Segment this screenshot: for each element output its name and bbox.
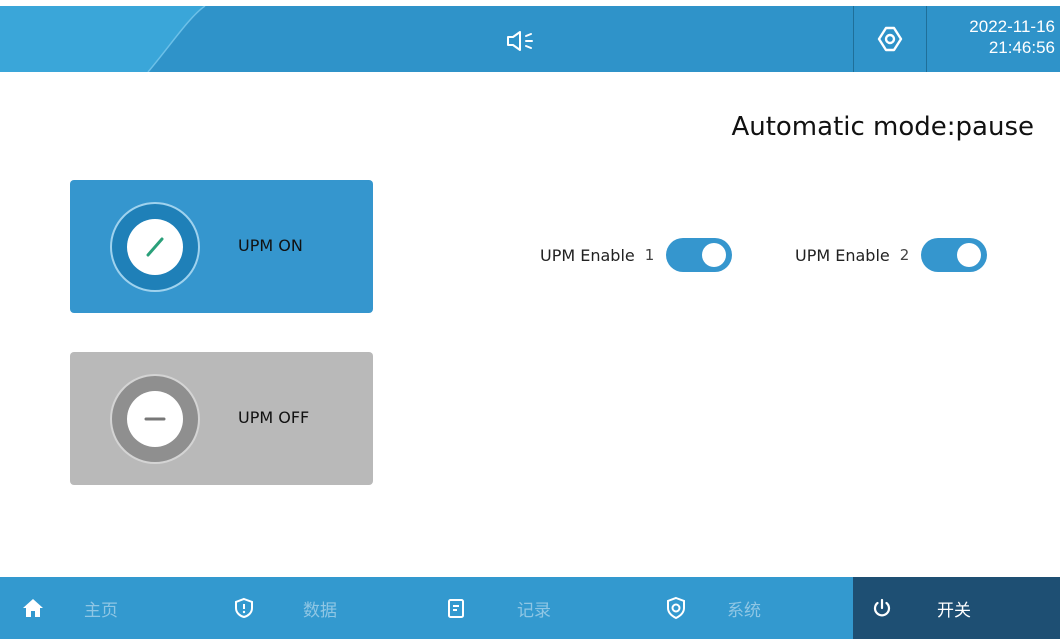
- upm-enable-2-toggle[interactable]: [921, 238, 988, 272]
- upm-enable-1-group: UPM Enable 1: [540, 238, 733, 272]
- upm-off-button[interactable]: UPM OFF: [70, 352, 373, 485]
- document-icon: [443, 595, 469, 621]
- settings-button[interactable]: [854, 6, 926, 72]
- nav-item-system[interactable]: 系统: [663, 577, 853, 639]
- minus-circle-icon: [110, 374, 200, 464]
- home-icon: [20, 595, 46, 621]
- date-text: 2022-11-16: [969, 17, 1055, 36]
- nav-label-records: 记录: [517, 600, 551, 621]
- nav-item-switch[interactable]: 开关: [853, 577, 1060, 639]
- nav-label-home: 主页: [84, 600, 118, 621]
- upm-enable-label: UPM Enable: [795, 245, 890, 265]
- upm-enable-number: 1: [644, 246, 655, 264]
- upm-on-button[interactable]: UPM ON: [70, 180, 373, 313]
- nav-label-switch: 开关: [937, 600, 971, 621]
- upm-on-label: UPM ON: [238, 236, 303, 255]
- nav-item-home[interactable]: 主页: [20, 577, 220, 639]
- nav-label-data: 数据: [303, 600, 337, 621]
- upm-enable-2-group: UPM Enable 2: [795, 238, 988, 272]
- gear-shield-icon: [663, 595, 689, 621]
- toggle-knob: [702, 243, 727, 267]
- upm-off-label: UPM OFF: [238, 408, 310, 427]
- bottom-nav: 主页 数据 记录 系统 开关: [0, 577, 1060, 639]
- time-text: 21:46:56: [988, 38, 1055, 57]
- nav-item-records[interactable]: 记录: [443, 577, 643, 639]
- nav-item-data[interactable]: 数据: [231, 577, 431, 639]
- shield-alert-icon: [231, 595, 257, 621]
- power-icon: [869, 595, 895, 621]
- gear-icon: [877, 26, 903, 52]
- toggle-knob: [957, 243, 982, 267]
- upm-enable-number: 2: [899, 246, 910, 264]
- speaker-volume-icon[interactable]: [506, 28, 540, 54]
- datetime-display: 2022-11-16 21:46:56: [927, 16, 1055, 58]
- automatic-mode-status: Automatic mode:pause: [731, 112, 1034, 142]
- upm-enable-1-toggle[interactable]: [666, 238, 733, 272]
- check-circle-icon: [110, 202, 200, 292]
- header-decoration: [0, 6, 206, 72]
- top-bar: 2022-11-16 21:46:56: [0, 6, 1060, 72]
- upm-enable-label: UPM Enable: [540, 245, 635, 265]
- nav-label-system: 系统: [727, 600, 761, 621]
